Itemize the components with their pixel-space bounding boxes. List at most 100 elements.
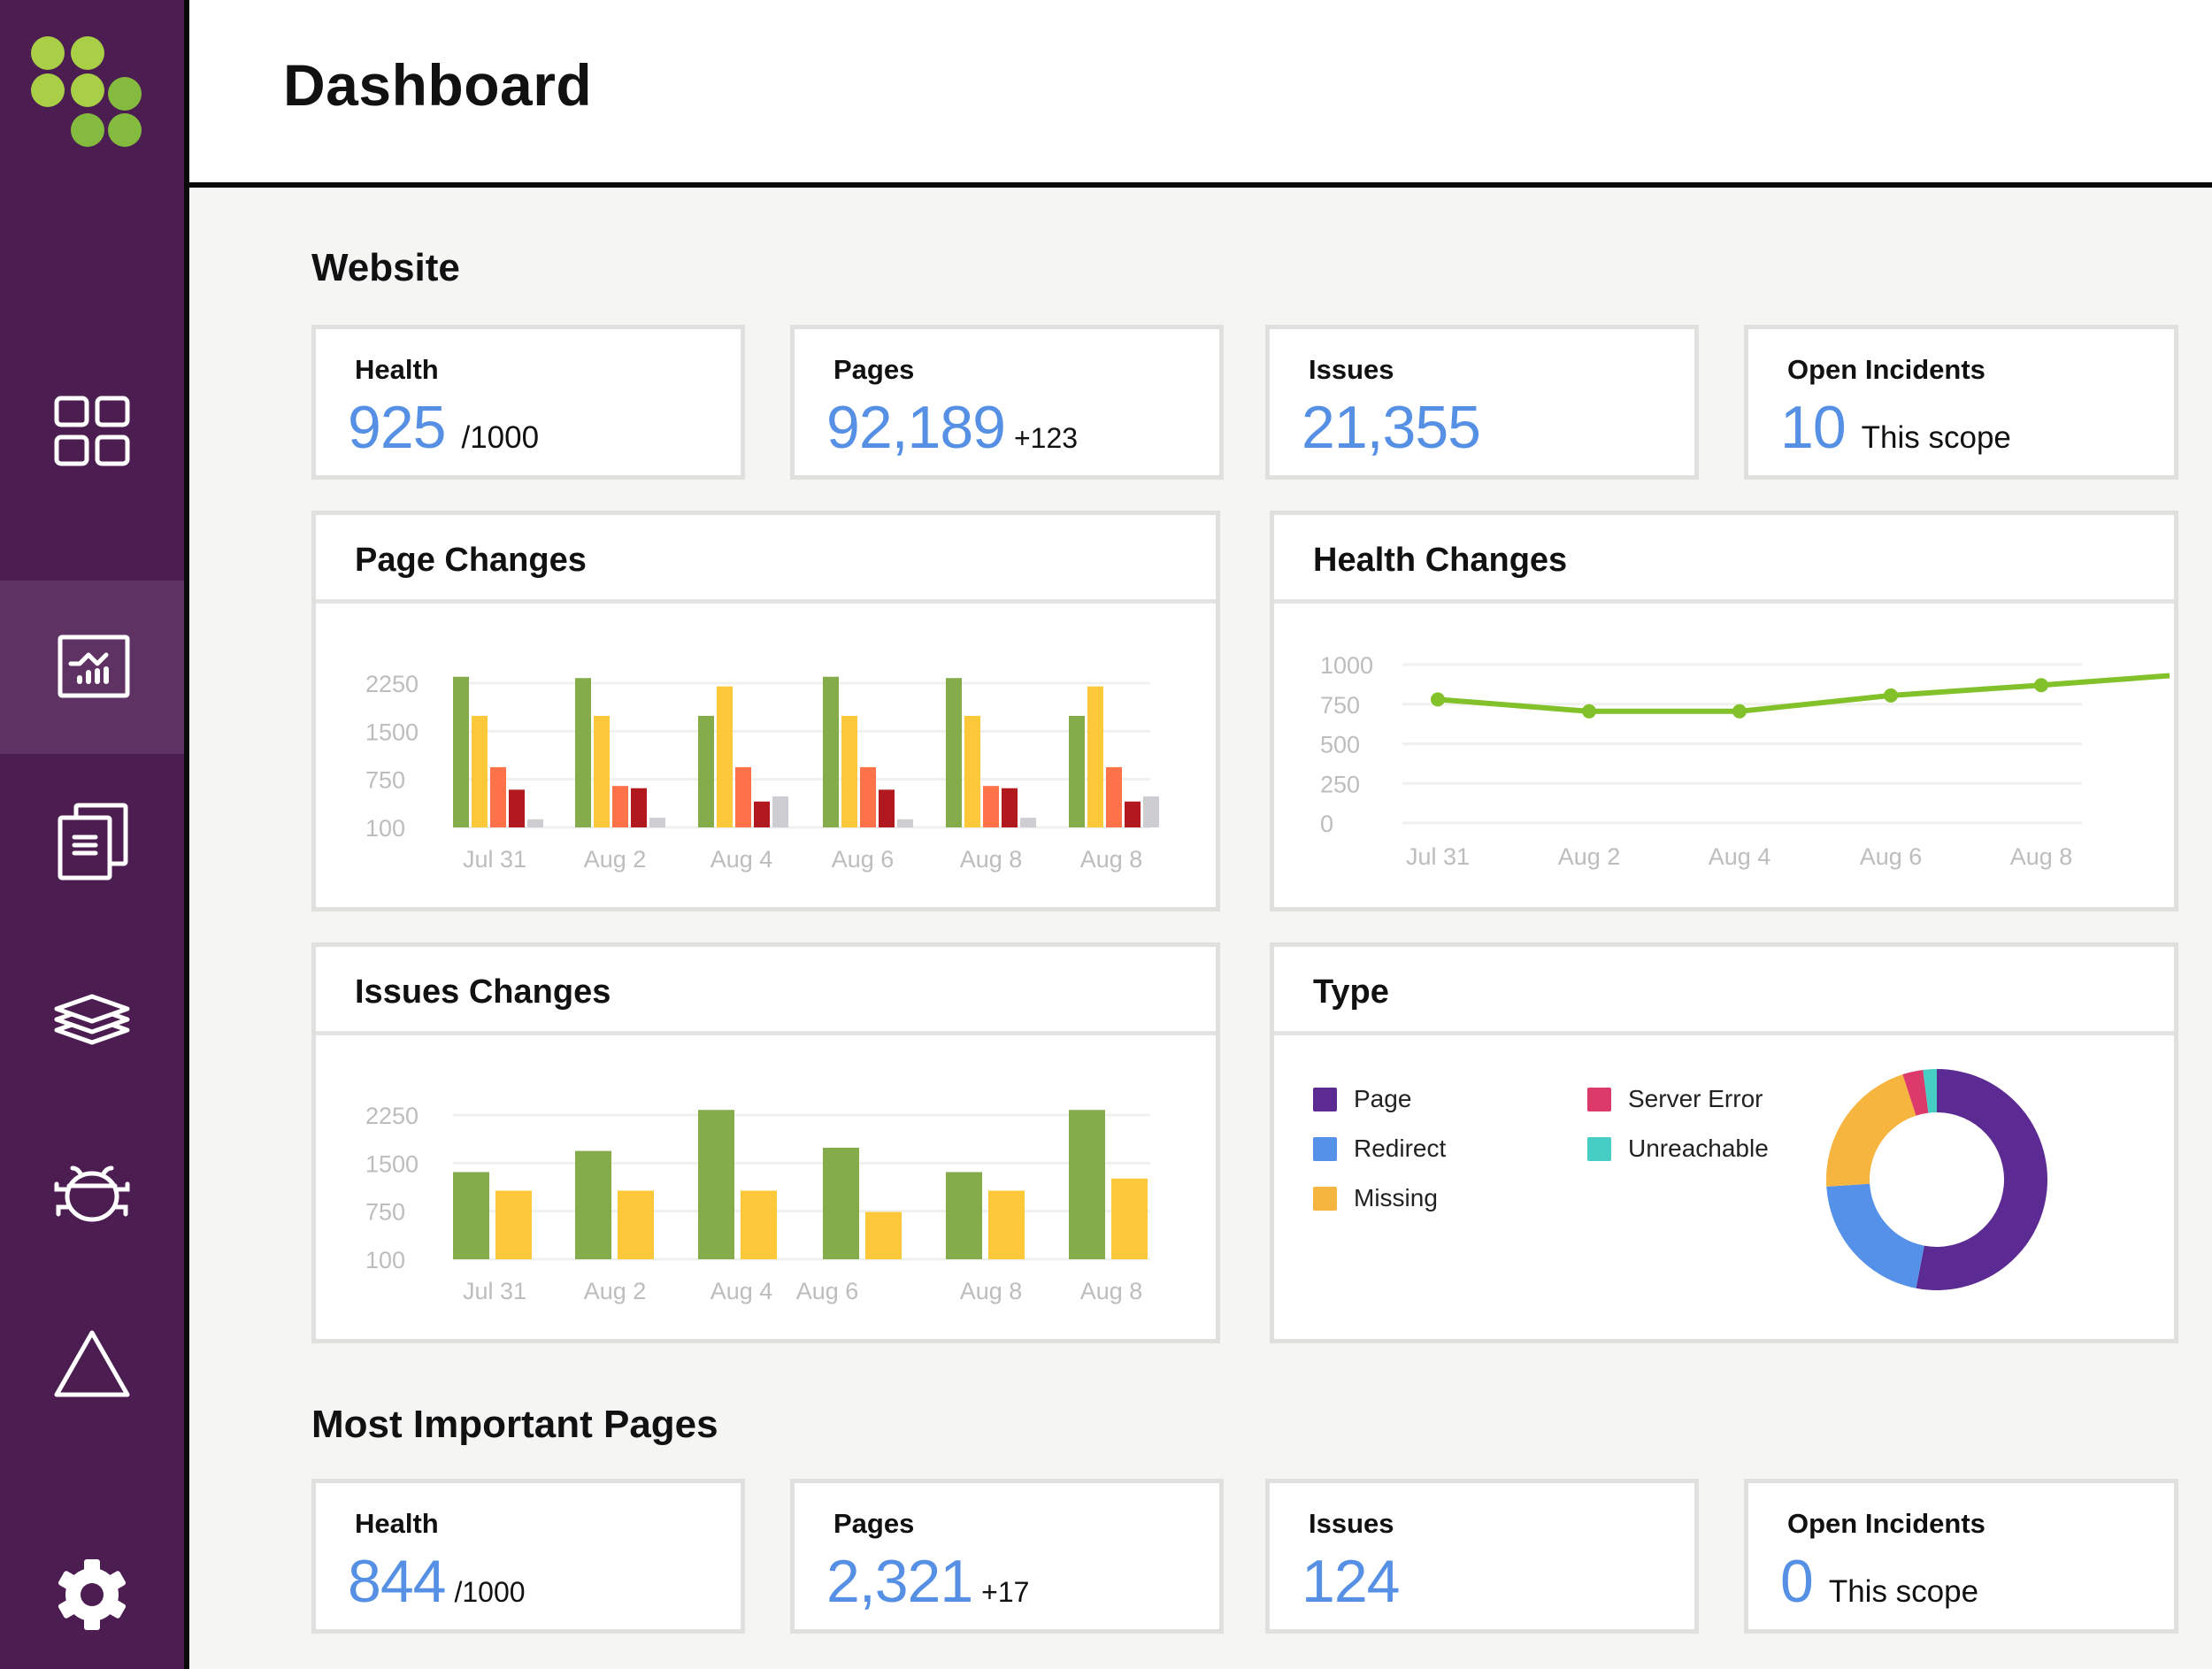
sidebar-item-layers[interactable] (0, 929, 184, 1103)
bar (1125, 801, 1141, 827)
bar (594, 715, 610, 827)
x-tick-label: Aug 6 (796, 1278, 859, 1304)
panel-header: Health Changes (1274, 515, 2174, 604)
sidebar-item-analytics[interactable] (0, 581, 184, 754)
stat-label: Issues (1309, 354, 1394, 385)
bar (1106, 766, 1122, 827)
stat-suffix: +123 (1013, 422, 1079, 454)
stat-label: Health (355, 354, 439, 385)
bar (527, 819, 543, 827)
stat-card-pages[interactable]: Pages 92,189 +123 (790, 325, 1224, 480)
y-tick-label: 750 (1320, 692, 1360, 719)
donut-slice (1826, 1074, 1916, 1187)
series-line (1437, 673, 2170, 714)
bar (823, 1147, 859, 1259)
bar (1069, 1110, 1105, 1259)
y-tick-label: 0 (1320, 811, 1333, 837)
panel-type: Type Page Redirect Missing Server Error Unre… (1270, 942, 2178, 1343)
data-point (1732, 704, 1747, 719)
stat-value: 92,189 (826, 394, 1006, 461)
chart-icon (58, 635, 130, 698)
bar (1002, 788, 1018, 827)
stat-label: Pages (833, 354, 915, 385)
grid-icon (54, 396, 130, 466)
y-tick-label: 750 (365, 1199, 405, 1226)
bar (509, 789, 525, 827)
data-point (1884, 688, 1898, 703)
stat-label: Pages (833, 1508, 915, 1539)
sidebar-item-documents[interactable] (0, 754, 184, 927)
x-tick-label: Aug 4 (710, 846, 773, 873)
x-tick-label: Jul 31 (463, 846, 526, 873)
stat-card-issues[interactable]: Issues 124 (1265, 1479, 1699, 1634)
bar (631, 788, 647, 827)
documents-icon (58, 803, 128, 881)
bar (453, 1172, 489, 1259)
stat-label: Open Incidents (1787, 1508, 1985, 1539)
panel-header: Issues Changes (316, 947, 1216, 1035)
sidebar-item-alerts[interactable] (0, 1278, 184, 1451)
panel-issues-changes: Issues Changes 100 750 1500 2250 Jul 31 Aug 2… (311, 942, 1220, 1343)
bar (860, 766, 876, 827)
y-tick-label: 500 (1320, 732, 1360, 758)
bar (1087, 686, 1103, 827)
logo-icon[interactable] (30, 35, 145, 150)
stat-card-open-incidents[interactable]: Open Incidents 0 This scope (1744, 1479, 2178, 1634)
stat-card-health[interactable]: Health 844/1000 (311, 1479, 745, 1634)
stat-card-open-incidents[interactable]: Open Incidents 10 This scope (1744, 325, 2178, 480)
bar (1143, 796, 1159, 827)
x-tick-label: Aug 8 (960, 846, 1023, 873)
data-point (2034, 678, 2048, 693)
bar (823, 676, 839, 827)
bar (453, 676, 469, 827)
type-donut-chart (1826, 1069, 2047, 1290)
panel-title: Issues Changes (355, 973, 611, 1011)
stat-value: 844 (348, 1548, 446, 1615)
stat-suffix: +17 (981, 1576, 1030, 1608)
bar (946, 678, 962, 827)
top-header: Dashboard (189, 0, 2212, 188)
bar (495, 1190, 532, 1259)
bar (741, 1190, 777, 1259)
x-tick-label: Aug 4 (710, 1278, 773, 1304)
bar (897, 819, 913, 827)
bar (754, 801, 770, 827)
stat-suffix: /1000 (461, 420, 540, 455)
bar (735, 766, 751, 827)
bug-icon (54, 1165, 130, 1222)
stat-suffix: /1000 (454, 1576, 526, 1608)
bar (772, 796, 788, 827)
issues-changes-chart: 100 750 1500 2250 Jul 31 Aug 2 Aug 4 Aug 6 Aug 8… (365, 1103, 1150, 1304)
x-tick-label: Aug 4 (1709, 843, 1771, 870)
stat-value: 925 (348, 394, 446, 461)
stat-value: 2,321 (826, 1548, 973, 1615)
bar (983, 786, 999, 827)
bar (1111, 1178, 1148, 1259)
bar (618, 1190, 654, 1259)
stat-card-issues[interactable]: Issues 21,355 (1265, 325, 1699, 480)
data-point (1431, 692, 1445, 707)
y-tick-label: 250 (1320, 771, 1360, 797)
sidebar-item-overview[interactable] (0, 347, 184, 520)
sidebar-item-settings[interactable] (0, 1520, 184, 1669)
section-title-most-important-pages: Most Important Pages (311, 1403, 718, 1446)
y-tick-label: 750 (365, 767, 405, 794)
x-tick-label: Aug 2 (584, 846, 647, 873)
stat-label: Open Incidents (1787, 354, 1985, 385)
panel-title: Page Changes (355, 542, 587, 579)
sidebar-item-bugs[interactable] (0, 1103, 184, 1276)
stat-card-health[interactable]: Health 925/1000 (311, 325, 745, 480)
bar (698, 1110, 734, 1259)
x-tick-label: Jul 31 (1406, 843, 1470, 870)
panel-health-changes: Health Changes 0 250 500 750 1000 Jul 31 Aug 2… (1270, 511, 2178, 911)
page-title: Dashboard (283, 52, 593, 118)
stat-label: Health (355, 1508, 439, 1539)
layers-icon (54, 994, 130, 1045)
y-tick-label: 1500 (365, 719, 419, 745)
panel-title: Type (1313, 973, 1389, 1011)
stat-card-pages[interactable]: Pages 2,321 +17 (790, 1479, 1224, 1634)
panel-header: Type (1274, 947, 2174, 1035)
bar (698, 715, 714, 827)
bar (575, 678, 591, 827)
bar (1069, 715, 1085, 827)
